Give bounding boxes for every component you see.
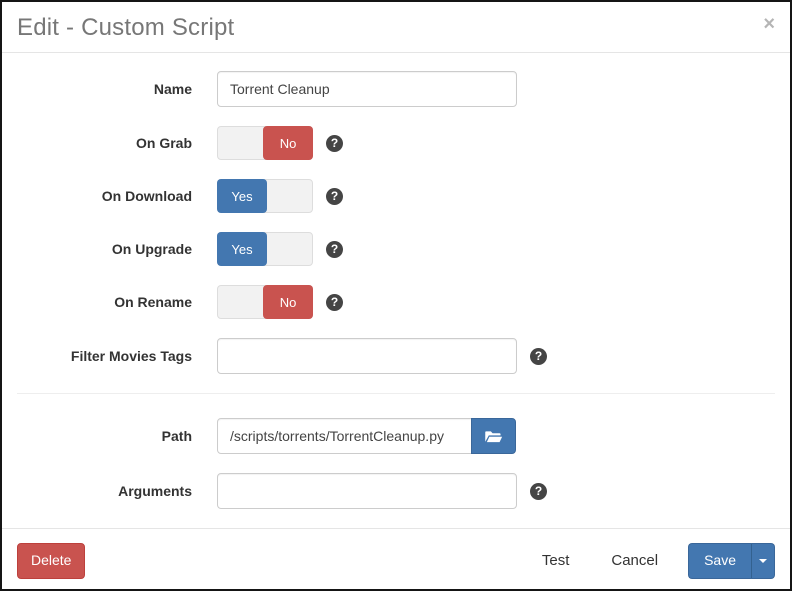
on-grab-label: On Grab [17,135,192,151]
on-download-help-icon[interactable]: ? [326,188,343,205]
name-row: Name [17,71,775,107]
on-grab-help-icon[interactable]: ? [326,135,343,152]
path-label: Path [17,428,192,444]
on-upgrade-toggle-state: Yes [217,232,267,266]
on-grab-toggle-track [218,127,264,159]
filter-movies-tags-label: Filter Movies Tags [17,348,192,364]
on-download-toggle-track [266,180,312,212]
delete-button[interactable]: Delete [17,543,85,579]
on-upgrade-row: On Upgrade Yes ? [17,232,775,266]
on-grab-toggle-state: No [263,126,313,160]
path-input-group [217,418,517,454]
caret-down-icon [759,559,767,563]
arguments-label: Arguments [17,483,192,499]
arguments-input[interactable] [217,473,517,509]
filter-movies-tags-row: Filter Movies Tags ? [17,338,775,374]
on-upgrade-help-icon[interactable]: ? [326,241,343,258]
on-rename-row: On Rename No ? [17,285,775,319]
save-dropdown-button[interactable] [751,543,775,579]
on-rename-help-icon[interactable]: ? [326,294,343,311]
on-download-toggle-state: Yes [217,179,267,213]
on-rename-toggle-state: No [263,285,313,319]
path-row: Path [17,418,775,454]
on-upgrade-label: On Upgrade [17,241,192,257]
test-button[interactable]: Test [530,545,582,576]
on-grab-row: On Grab No ? [17,126,775,160]
arguments-row: Arguments ? [17,473,775,509]
path-input[interactable] [217,418,472,454]
modal-body: Name On Grab No ? On Download Yes ? On U… [2,53,790,528]
on-rename-toggle-track [218,286,264,318]
save-button[interactable]: Save [688,543,751,579]
footer-actions: Test Cancel Save [530,543,775,579]
filter-movies-tags-help-icon[interactable]: ? [530,348,547,365]
on-upgrade-toggle[interactable]: Yes [217,232,313,266]
modal-title: Edit - Custom Script [17,14,775,41]
folder-open-icon [484,429,503,444]
arguments-help-icon[interactable]: ? [530,483,547,500]
modal-footer: Delete Test Cancel Save [2,528,790,593]
filter-movies-tags-input[interactable] [217,338,517,374]
edit-custom-script-modal: Edit - Custom Script × Name On Grab No ?… [0,0,792,591]
on-rename-toggle[interactable]: No [217,285,313,319]
name-input[interactable] [217,71,517,107]
modal-header: Edit - Custom Script × [2,2,790,53]
on-download-row: On Download Yes ? [17,179,775,213]
cancel-button[interactable]: Cancel [599,545,670,576]
name-label: Name [17,81,192,97]
on-download-label: On Download [17,188,192,204]
on-download-toggle[interactable]: Yes [217,179,313,213]
close-icon[interactable]: × [763,14,775,34]
on-grab-toggle[interactable]: No [217,126,313,160]
on-rename-label: On Rename [17,294,192,310]
browse-button[interactable] [471,418,516,454]
save-split-button: Save [688,543,775,579]
section-divider [17,393,775,394]
on-upgrade-toggle-track [266,233,312,265]
